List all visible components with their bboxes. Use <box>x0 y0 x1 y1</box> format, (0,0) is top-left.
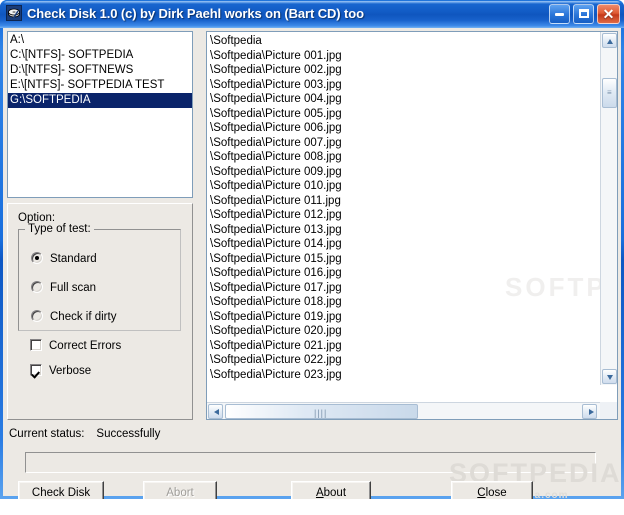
horizontal-scrollbar[interactable]: |||| <box>207 402 600 419</box>
file-list-item[interactable]: \Softpedia\Picture 020.jpg <box>210 324 600 339</box>
file-list-item[interactable]: \Softpedia\Picture 003.jpg <box>210 78 600 93</box>
radio-full-scan-label: Full scan <box>50 282 97 294</box>
scroll-up-icon <box>607 39 613 44</box>
maximize-button[interactable] <box>573 4 594 24</box>
file-list-panel: SOFTPEDIA \Softpedia\Softpedia\Picture 0… <box>206 31 618 420</box>
client-area: A:\ C:\[NTFS]- SOFTPEDIA D:\[NTFS]- SOFTNE… <box>3 28 621 505</box>
status-label: Current status: <box>9 428 85 440</box>
close-icon: ✕ <box>602 6 615 22</box>
drive-list-item[interactable]: C:\[NTFS]- SOFTPEDIA <box>8 48 192 63</box>
drive-list-item[interactable]: E:\[NTFS]- SOFTPEDIA TEST <box>8 78 192 93</box>
progress-bar <box>25 452 596 473</box>
minimize-icon <box>555 13 564 16</box>
radio-full-scan[interactable]: Full scan <box>31 281 96 295</box>
file-list-item[interactable]: \Softpedia\Picture 008.jpg <box>210 150 600 165</box>
file-list-item[interactable]: \Softpedia <box>210 34 600 49</box>
close-window-button[interactable]: ✕ <box>597 4 620 24</box>
scroll-left-button[interactable] <box>208 404 223 419</box>
vertical-scrollbar[interactable]: ≡ <box>600 32 617 385</box>
scroll-right-icon <box>589 409 594 415</box>
radio-standard[interactable]: Standard <box>31 252 97 266</box>
file-list-item[interactable]: \Softpedia\Picture 014.jpg <box>210 237 600 252</box>
file-list-item[interactable]: \Softpedia\Picture 021.jpg <box>210 339 600 354</box>
vertical-thumb-grip: ≡ <box>607 88 613 97</box>
checkbox-correct-errors-indicator <box>30 339 42 351</box>
close-rest: lose <box>485 487 507 499</box>
file-list-item[interactable]: \Softpedia\Picture 019.jpg <box>210 310 600 325</box>
checkbox-verbose[interactable]: Verbose <box>30 364 91 378</box>
file-list-item[interactable]: \Softpedia\Picture 023.jpg <box>210 368 600 383</box>
file-list-item[interactable]: \Softpedia\Picture 013.jpg <box>210 223 600 238</box>
vertical-scrollbar-thumb[interactable]: ≡ <box>602 78 617 108</box>
type-of-test-legend: Type of test: <box>25 223 94 235</box>
title-bar-highlight <box>4 1 620 4</box>
file-list-item[interactable]: \Softpedia\Picture 009.jpg <box>210 165 600 180</box>
radio-standard-label: Standard <box>50 253 97 265</box>
file-list-item[interactable]: \Softpedia\Picture 002.jpg <box>210 63 600 78</box>
horizontal-thumb-grip: |||| <box>314 408 328 418</box>
checkbox-verbose-indicator <box>30 364 42 376</box>
radio-full-scan-indicator <box>31 281 43 293</box>
file-list-item[interactable]: \Softpedia\Picture 001.jpg <box>210 49 600 64</box>
scroll-up-button[interactable] <box>602 33 617 48</box>
close-accel: C <box>477 487 486 499</box>
file-list-item[interactable]: \Softpedia\Picture 012.jpg <box>210 208 600 223</box>
radio-standard-indicator <box>31 252 43 264</box>
radio-check-if-dirty-label: Check if dirty <box>50 311 117 323</box>
file-list-item[interactable]: \Softpedia\Picture 016.jpg <box>210 266 600 281</box>
desktop-strip <box>0 499 624 515</box>
title-bar[interactable]: Check Disk 1.0 (c) by Dirk Paehl works o… <box>0 0 624 28</box>
scroll-right-button[interactable] <box>582 404 597 419</box>
file-list-item[interactable]: \Softpedia\Picture 010.jpg <box>210 179 600 194</box>
file-list-item[interactable]: \Softpedia\Picture 022.jpg <box>210 353 600 368</box>
file-list-item[interactable]: \Softpedia\Picture 006.jpg <box>210 121 600 136</box>
status-row: Current status: Successfully <box>9 428 160 440</box>
file-list-item[interactable]: \Softpedia\Picture 011.jpg <box>210 194 600 209</box>
about-accel: A <box>315 487 324 499</box>
status-value: Successfully <box>96 428 161 440</box>
about-rest: bout <box>323 487 347 499</box>
scroll-left-icon <box>214 409 219 415</box>
file-list-item[interactable]: \Softpedia\Picture 017.jpg <box>210 281 600 296</box>
maximize-icon <box>579 9 589 18</box>
minimize-button[interactable] <box>549 4 570 24</box>
file-list-item[interactable]: \Softpedia\Picture 005.jpg <box>210 107 600 122</box>
disk-check-icon <box>6 5 22 21</box>
application-window: Check Disk 1.0 (c) by Dirk Paehl works o… <box>0 0 624 505</box>
drive-list-item[interactable]: D:\[NTFS]- SOFTNEWS <box>8 63 192 78</box>
drive-list[interactable]: A:\ C:\[NTFS]- SOFTPEDIA D:\[NTFS]- SOFTNE… <box>7 31 193 198</box>
checkbox-correct-errors-label: Correct Errors <box>49 340 122 352</box>
radio-check-if-dirty-indicator <box>31 310 43 322</box>
file-list-item[interactable]: \Softpedia\Picture 015.jpg <box>210 252 600 267</box>
window-title: Check Disk 1.0 (c) by Dirk Paehl works o… <box>27 6 364 21</box>
file-list-item[interactable]: \Softpedia\Picture 007.jpg <box>210 136 600 151</box>
file-list-item[interactable]: \Softpedia\Picture 018.jpg <box>210 295 600 310</box>
file-list-item[interactable]: \Softpedia\Picture 004.jpg <box>210 92 600 107</box>
radio-check-if-dirty[interactable]: Check if dirty <box>31 310 116 324</box>
checkbox-verbose-label: Verbose <box>49 365 92 377</box>
file-list[interactable]: SOFTPEDIA \Softpedia\Softpedia\Picture 0… <box>207 32 600 385</box>
drive-list-item[interactable]: A:\ <box>8 33 192 48</box>
drive-list-item[interactable]: G:\SOFTPEDIA <box>8 93 192 108</box>
horizontal-scrollbar-thumb[interactable]: |||| <box>225 404 418 419</box>
scroll-down-icon <box>607 375 613 380</box>
type-of-test-group: Type of test: Standard Full scan Check i… <box>18 223 181 331</box>
scroll-down-button[interactable] <box>602 369 617 384</box>
checkbox-correct-errors[interactable]: Correct Errors <box>30 339 121 353</box>
option-panel: Option: Type of test: Standard Full scan… <box>7 203 193 420</box>
scrollbar-corner <box>600 402 617 419</box>
